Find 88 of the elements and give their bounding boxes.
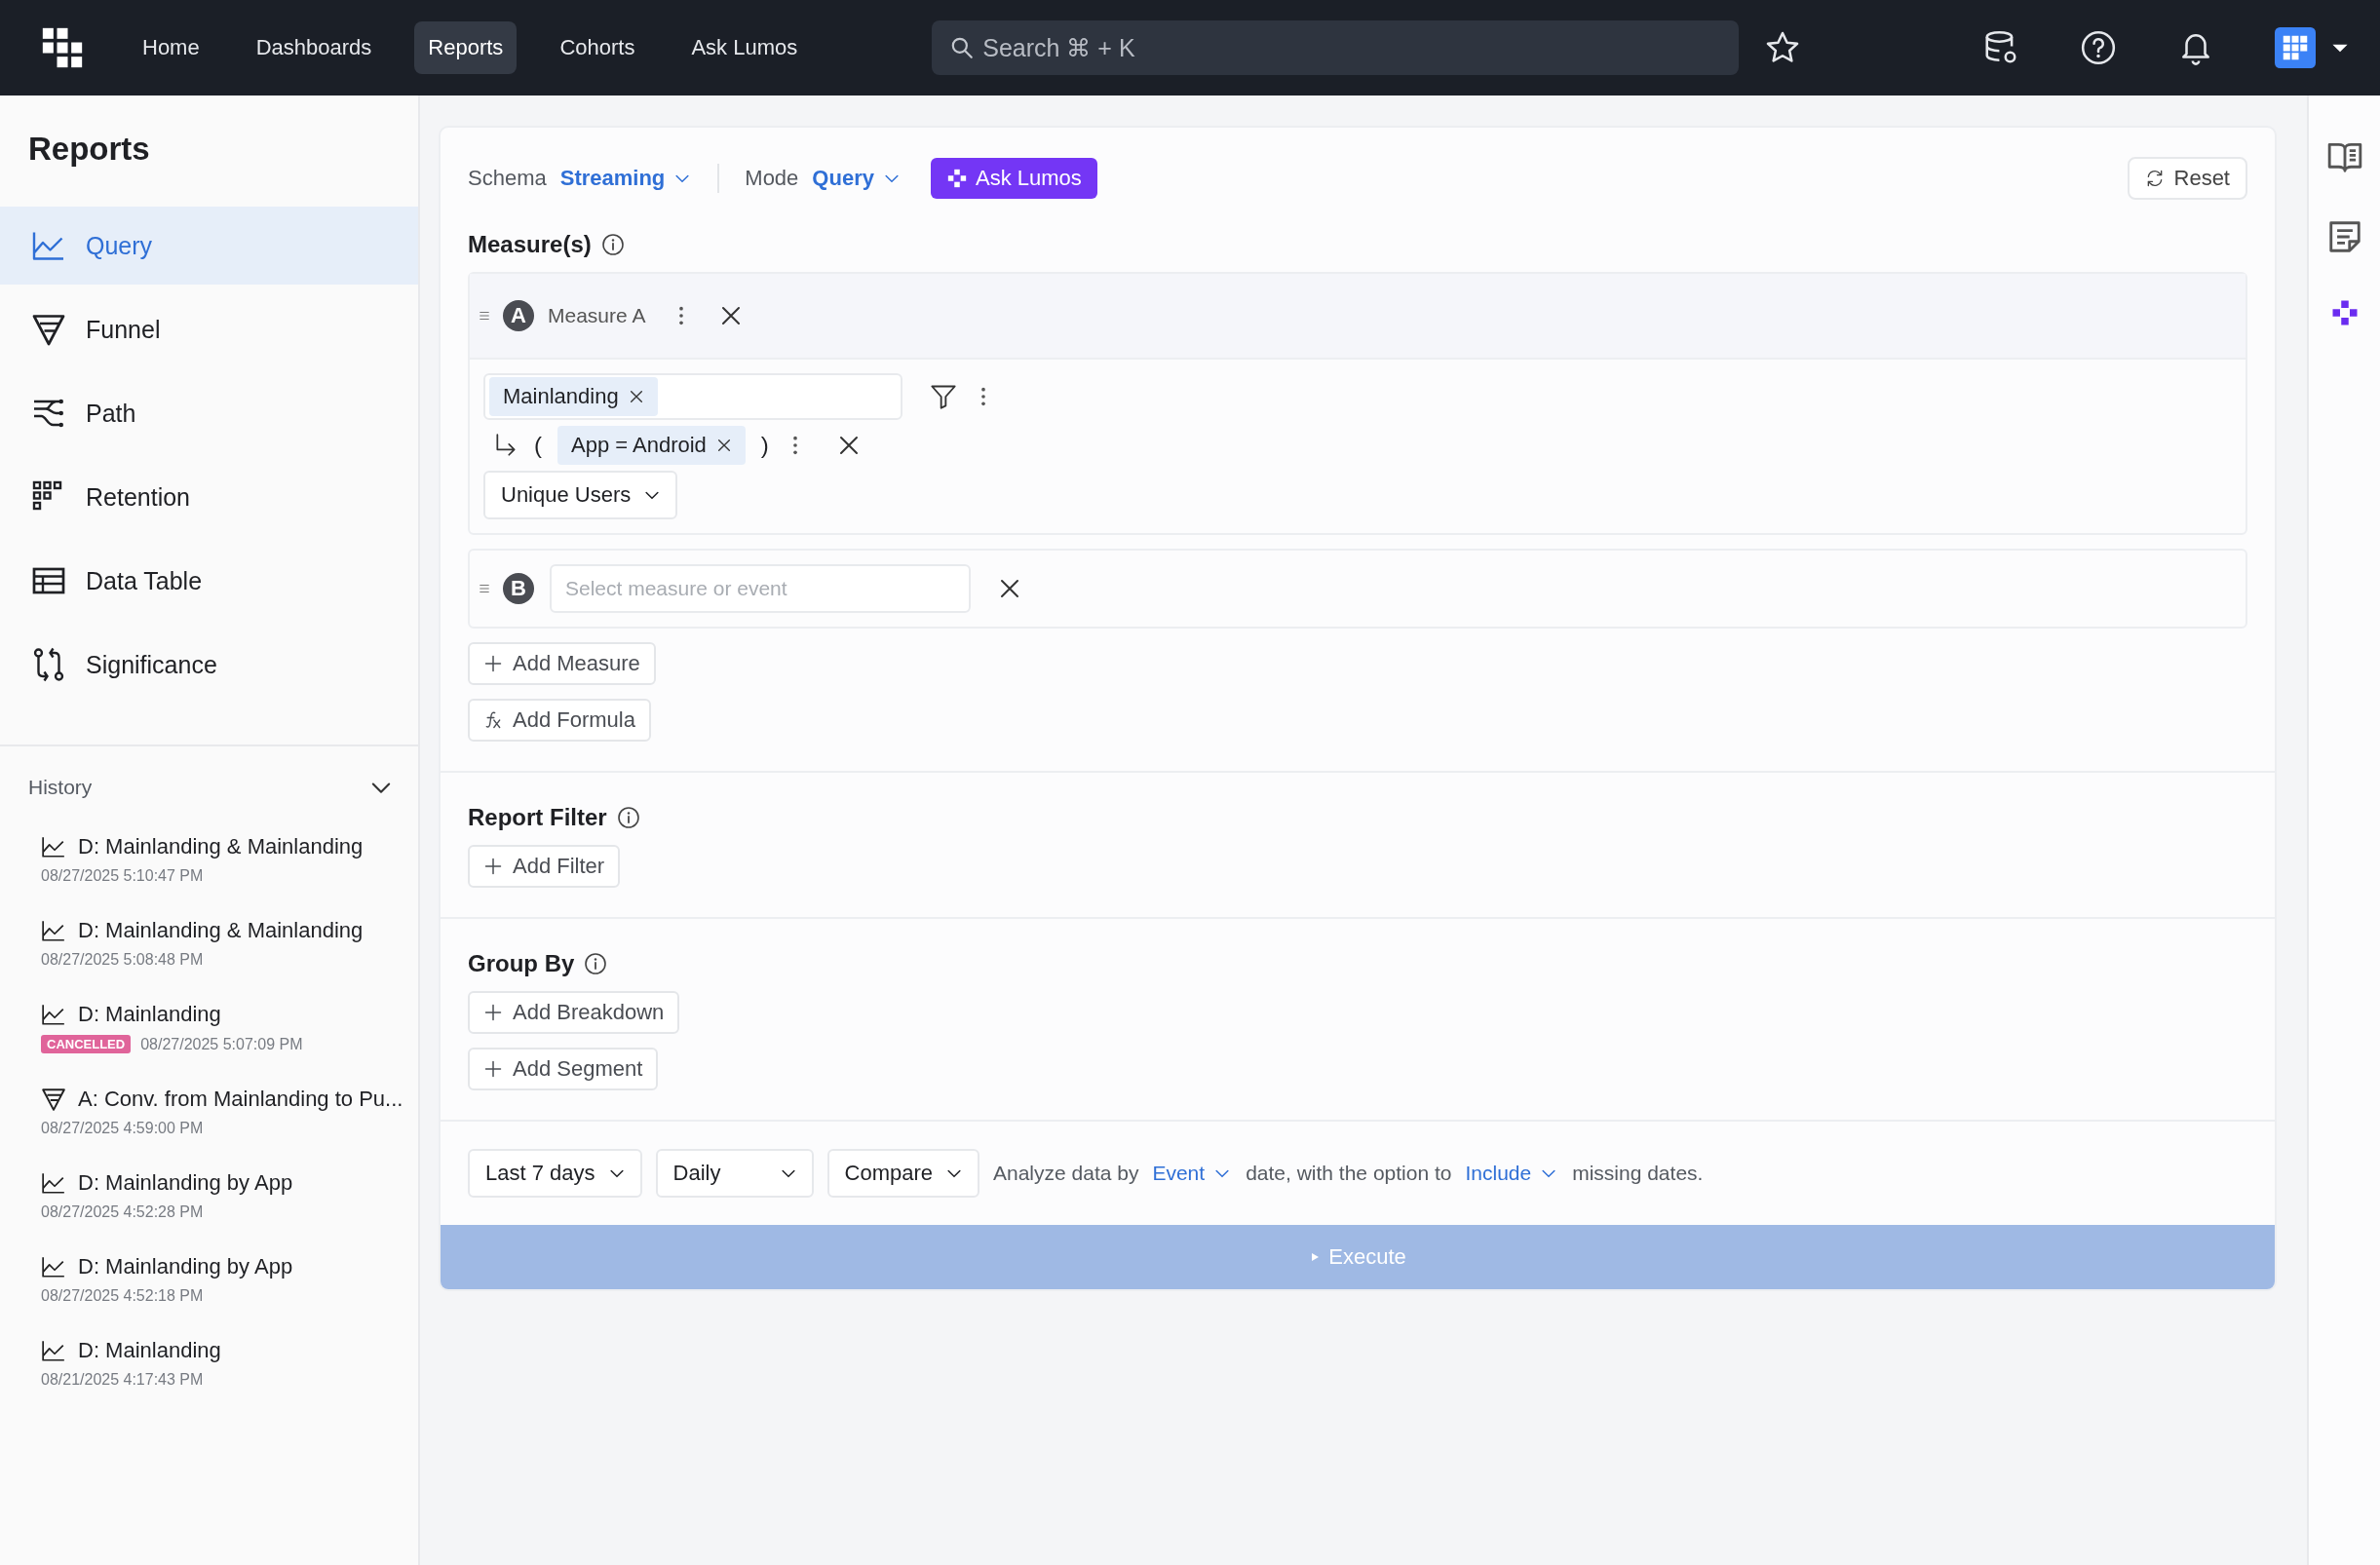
- nav-tab[interactable]: Dashboards: [242, 21, 386, 74]
- sparkle-icon: [945, 168, 968, 189]
- history-item-time: 08/21/2025 4:17:43 PM: [41, 1371, 204, 1389]
- event-field[interactable]: Mainlanding: [483, 373, 902, 420]
- interval-dropdown[interactable]: Daily: [655, 1149, 814, 1198]
- measure-letter-badge: A: [503, 300, 534, 331]
- footer-text: date, with the option to: [1246, 1162, 1452, 1185]
- history-item-time: 08/27/2025 4:52:28 PM: [41, 1203, 204, 1221]
- info-icon[interactable]: [616, 806, 640, 829]
- aggregation-dropdown[interactable]: Unique Users: [483, 471, 678, 519]
- info-icon[interactable]: [600, 233, 625, 256]
- close-icon[interactable]: [998, 577, 1021, 600]
- mode-dropdown[interactable]: Query: [812, 166, 902, 191]
- date-option-dropdown[interactable]: Event: [1152, 1162, 1233, 1185]
- history-item-time: 08/27/2025 4:52:18 PM: [41, 1287, 204, 1305]
- line-chart-icon: [41, 918, 66, 943]
- history-item-title[interactable]: D: Mainlanding & Mainlanding: [78, 918, 364, 943]
- schema-label: Schema: [468, 166, 547, 191]
- nav-tab[interactable]: Reports: [414, 21, 518, 74]
- measures-heading: Measure(s): [468, 231, 592, 258]
- nav-tab[interactable]: Ask Lumos: [677, 21, 812, 74]
- close-icon[interactable]: [715, 438, 732, 453]
- footer-text: Analyze data by: [993, 1162, 1139, 1185]
- sidebar-title: Reports: [27, 130, 151, 169]
- history-item-time: 08/27/2025 5:08:48 PM: [41, 951, 204, 969]
- add-button[interactable]: Add Segment: [468, 1048, 659, 1090]
- sidebar-item[interactable]: Significance: [0, 626, 418, 704]
- reset-button[interactable]: Reset: [2127, 157, 2247, 200]
- measure-name: Measure A: [548, 304, 646, 327]
- nav-tab[interactable]: Cohorts: [546, 21, 649, 74]
- line-chart-icon: [41, 1170, 66, 1196]
- plus-icon: [483, 654, 503, 673]
- sidebar-item[interactable]: Retention: [0, 458, 418, 536]
- history-item-title[interactable]: D: Mainlanding: [78, 1338, 221, 1363]
- line-chart-icon: [41, 1254, 66, 1279]
- report-filter-heading: Report Filter: [468, 804, 607, 831]
- history-item-title[interactable]: D: Mainlanding & Mainlanding: [78, 834, 364, 859]
- event-chip[interactable]: Mainlanding: [489, 377, 658, 416]
- app-logo-icon[interactable]: [41, 26, 84, 69]
- history-item-title[interactable]: D: Mainlanding by App: [78, 1254, 293, 1279]
- sidebar-item[interactable]: Funnel: [0, 290, 418, 368]
- mode-label: Mode: [745, 166, 799, 191]
- group-by-heading: Group By: [468, 950, 575, 977]
- nav-tab[interactable]: Home: [129, 21, 213, 74]
- filter-chip[interactable]: App = Android: [557, 426, 746, 465]
- plus-icon: [483, 1059, 503, 1079]
- info-icon[interactable]: [584, 952, 608, 975]
- date-range-dropdown[interactable]: Last 7 days: [468, 1149, 642, 1198]
- add-button[interactable]: Add Measure: [468, 642, 656, 685]
- add-button[interactable]: Add Breakdown: [468, 991, 680, 1034]
- parenthesis: ): [760, 432, 769, 459]
- drag-handle-icon[interactable]: [478, 309, 491, 323]
- history-item-time: 08/27/2025 4:59:00 PM: [41, 1120, 204, 1137]
- history-item-title[interactable]: D: Mainlanding by App: [78, 1170, 293, 1196]
- line-chart-icon: [41, 1338, 66, 1363]
- history-item-time: 08/27/2025 5:07:09 PM: [140, 1035, 303, 1053]
- history-item-time: 08/27/2025 5:10:47 PM: [41, 867, 204, 885]
- missing-dates-dropdown[interactable]: Include: [1465, 1162, 1559, 1185]
- drag-handle-icon[interactable]: [478, 582, 491, 595]
- history-item-title[interactable]: A: Conv. from Mainlanding to Pu...: [78, 1087, 403, 1112]
- branch-compare-icon: [31, 647, 66, 682]
- search-field[interactable]: Search ⌘ + K: [932, 20, 1740, 75]
- ask-lumos-button[interactable]: Ask Lumos: [930, 158, 1097, 199]
- line-chart-icon: [41, 834, 66, 859]
- parenthesis: (: [534, 432, 542, 459]
- close-icon[interactable]: [628, 389, 644, 404]
- schema-dropdown[interactable]: Streaming: [559, 166, 693, 191]
- filter-icon[interactable]: [930, 383, 957, 410]
- funnel-icon: [41, 1087, 66, 1112]
- app-grid-icon[interactable]: [2275, 27, 2316, 68]
- add-button[interactable]: Add Filter: [468, 845, 621, 888]
- plus-icon: [483, 1003, 503, 1022]
- function-icon: [483, 710, 503, 730]
- line-chart-icon: [41, 1002, 66, 1027]
- help-icon[interactable]: [2080, 29, 2117, 66]
- history-label: History: [28, 776, 93, 799]
- sidebar-item[interactable]: Path: [0, 374, 418, 452]
- add-button[interactable]: Add Formula: [468, 699, 651, 742]
- compare-dropdown[interactable]: Compare: [826, 1149, 979, 1198]
- footer-text: missing dates.: [1572, 1162, 1704, 1185]
- measure-letter-badge: B: [503, 573, 534, 604]
- history-item-title[interactable]: D: Mainlanding: [78, 1002, 221, 1027]
- measure-input[interactable]: Select measure or event: [550, 564, 971, 613]
- sidebar-item[interactable]: Query: [0, 207, 418, 285]
- sidebar-item[interactable]: Data Table: [0, 542, 418, 620]
- status-badge: CANCELLED: [41, 1035, 132, 1053]
- funnel-icon: [31, 312, 66, 347]
- plus-icon: [483, 857, 503, 876]
